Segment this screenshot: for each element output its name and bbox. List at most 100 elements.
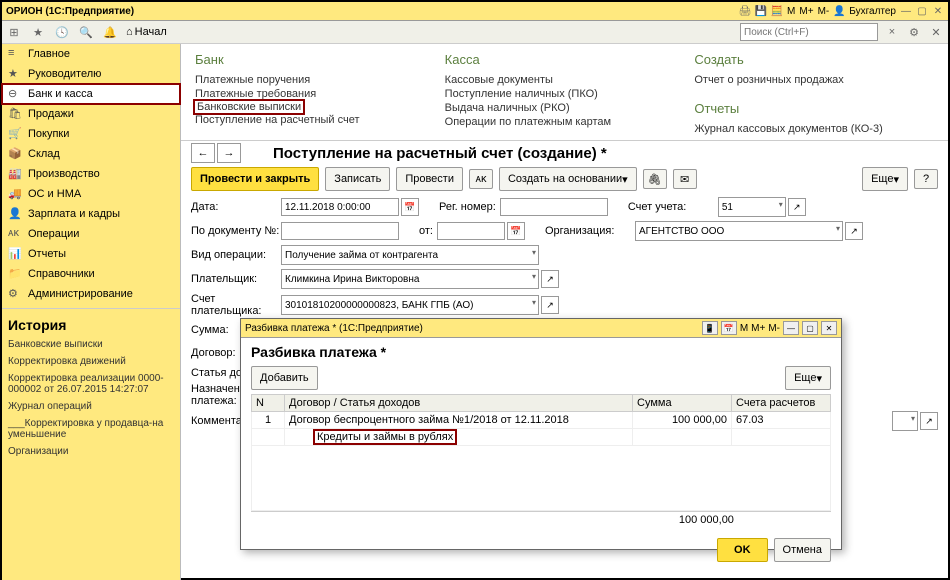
menu-item[interactable]: Операции по платежным картам [445,115,685,129]
menu-item[interactable]: Журнал кассовых документов (КО-3) [694,122,934,136]
payeracc-select[interactable]: 30101810200000000823, БАНК ГПБ (АО)▾ [281,295,539,315]
sidebar: ≡Главное★Руководителю⊖Банк и касса🛍Прода… [2,44,181,580]
bell-icon[interactable]: 🔔 [102,24,118,40]
history-title: История [2,313,180,337]
sidebar-item-9[interactable]: ᴀᴋОперации [2,224,180,244]
clear-icon[interactable]: × [884,24,900,40]
open-icon-3[interactable]: ↗ [541,270,559,288]
nav-icon: ⊖ [8,87,22,101]
print-icon[interactable]: 🖨 [739,5,751,17]
user-label: Бухгалтер [849,6,896,17]
nav-icon: 📊 [8,247,22,261]
optype-select[interactable]: Получение займа от контрагента▾ [281,245,539,265]
menu-item[interactable]: Платежные поручения [195,73,435,87]
extra-select[interactable]: ▾ [892,411,918,431]
search-icon[interactable]: 🔍 [78,24,94,40]
open-icon-4[interactable]: ↗ [541,296,559,314]
calc-icon[interactable]: 🧮 [771,5,783,17]
history-icon[interactable]: 🕓 [54,24,70,40]
movements-icon[interactable]: ᴀᴋ [469,169,493,189]
menu-item[interactable]: Банковские выписки [195,101,303,113]
history-link-3[interactable]: Журнал операций [8,401,174,412]
table-subrow[interactable]: Кредиты и займы в рублях [252,429,831,446]
ok-button[interactable]: OK [717,538,768,562]
attach-icon[interactable]: 🖇 [643,169,667,189]
star-icon[interactable]: ★ [30,24,46,40]
modal-max-icon[interactable]: ▢ [802,321,818,335]
sidebar-item-8[interactable]: 👤Зарплата и кадры [2,204,180,224]
save-button[interactable]: Записать [325,167,390,191]
minimize-icon[interactable]: — [900,5,912,17]
sidebar-item-2[interactable]: ⊖Банк и касса [2,84,180,104]
org-select[interactable]: АГЕНТСТВО ООО▾ [635,221,843,241]
account-select[interactable]: 51▾ [718,197,786,217]
table-row[interactable]: 1 Договор беспроцентного займа №1/2018 о… [252,412,831,429]
add-row-button[interactable]: Добавить [251,366,318,390]
sidebar-item-4[interactable]: 🛒Покупки [2,124,180,144]
calendar-icon[interactable]: 📅 [401,198,419,216]
menu-header-bank: Банк [195,52,435,67]
nav-icon: ≡ [8,47,22,61]
menu-item[interactable]: Поступление наличных (ПКО) [445,87,685,101]
modal-title: Разбивка платежа * [251,344,831,360]
history-link-2[interactable]: Корректировка реализации 0000-000002 от … [8,373,174,395]
nav-icon: 🚚 [8,187,22,201]
modal-min-icon[interactable]: — [783,321,799,335]
nav-icon: ★ [8,67,22,81]
sidebar-item-12[interactable]: ⚙Администрирование [2,284,180,304]
search-input[interactable] [740,23,878,41]
modal-close-icon[interactable]: ✕ [821,321,837,335]
menu-item[interactable]: Выдача наличных (РКО) [445,101,685,115]
gear-icon[interactable]: ⚙ [906,24,922,40]
menu-item[interactable]: Отчет о розничных продажах [694,73,934,87]
history-link-5[interactable]: Организации [8,446,174,457]
close-icon[interactable]: ✕ [932,5,944,17]
regno-input[interactable] [500,198,608,216]
history-link-1[interactable]: Корректировка движений [8,356,174,367]
grid-icon[interactable]: ⊞ [6,24,22,40]
close-panel-icon[interactable]: ✕ [928,24,944,40]
more-button[interactable]: Еще ▾ [862,167,908,191]
sidebar-item-10[interactable]: 📊Отчеты [2,244,180,264]
sidebar-item-7[interactable]: 🚚ОС и НМА [2,184,180,204]
sidebar-item-5[interactable]: 📦Склад [2,144,180,164]
save-icon[interactable]: 💾 [755,5,767,17]
open-icon-2[interactable]: ↗ [845,222,863,240]
open-icon-7[interactable]: ↗ [920,412,938,430]
docdate-input[interactable] [437,222,505,240]
history-link-4[interactable]: ___Корректировка у продавца-на уменьшени… [8,418,174,440]
create-based-button[interactable]: Создать на основании ▾ [499,167,637,191]
sidebar-item-11[interactable]: 📁Справочники [2,264,180,284]
home-icon: ⌂ [126,26,133,38]
home-button[interactable]: ⌂ Начал [126,26,167,38]
post-button[interactable]: Провести [396,167,463,191]
menu-item[interactable]: Платежные требования [195,87,435,101]
menu-item[interactable]: Поступление на расчетный счет [195,113,435,127]
docno-input[interactable] [281,222,399,240]
modal-date-icon[interactable]: 📅 [721,321,737,335]
history-link-0[interactable]: Банковские выписки [8,339,174,350]
modal-calc-icon[interactable]: 📱 [702,321,718,335]
date-input[interactable] [281,198,399,216]
user-icon: 👤 [833,5,845,17]
forward-button[interactable]: → [217,143,241,163]
sidebar-item-6[interactable]: 🏭Производство [2,164,180,184]
sidebar-item-1[interactable]: ★Руководителю [2,64,180,84]
nav-icon: 🏭 [8,167,22,181]
menu-header-reports: Отчеты [694,101,934,116]
post-close-button[interactable]: Провести и закрыть [191,167,319,191]
form-title: Поступление на расчетный счет (создание)… [273,145,607,162]
cancel-button[interactable]: Отмена [774,538,831,562]
sidebar-item-0[interactable]: ≡Главное [2,44,180,64]
back-button[interactable]: ← [191,143,215,163]
maximize-icon[interactable]: ▢ [916,5,928,17]
menu-item[interactable]: Кассовые документы [445,73,685,87]
payer-select[interactable]: Климкина Ирина Викторовна▾ [281,269,539,289]
modal-more-button[interactable]: Еще ▾ [785,366,831,390]
calendar-icon-2[interactable]: 📅 [507,222,525,240]
help-button[interactable]: ? [914,169,938,189]
mail-icon[interactable]: ✉ [673,169,697,189]
sidebar-item-3[interactable]: 🛍Продажи [2,104,180,124]
open-icon[interactable]: ↗ [788,198,806,216]
nav-icon: 👤 [8,207,22,221]
